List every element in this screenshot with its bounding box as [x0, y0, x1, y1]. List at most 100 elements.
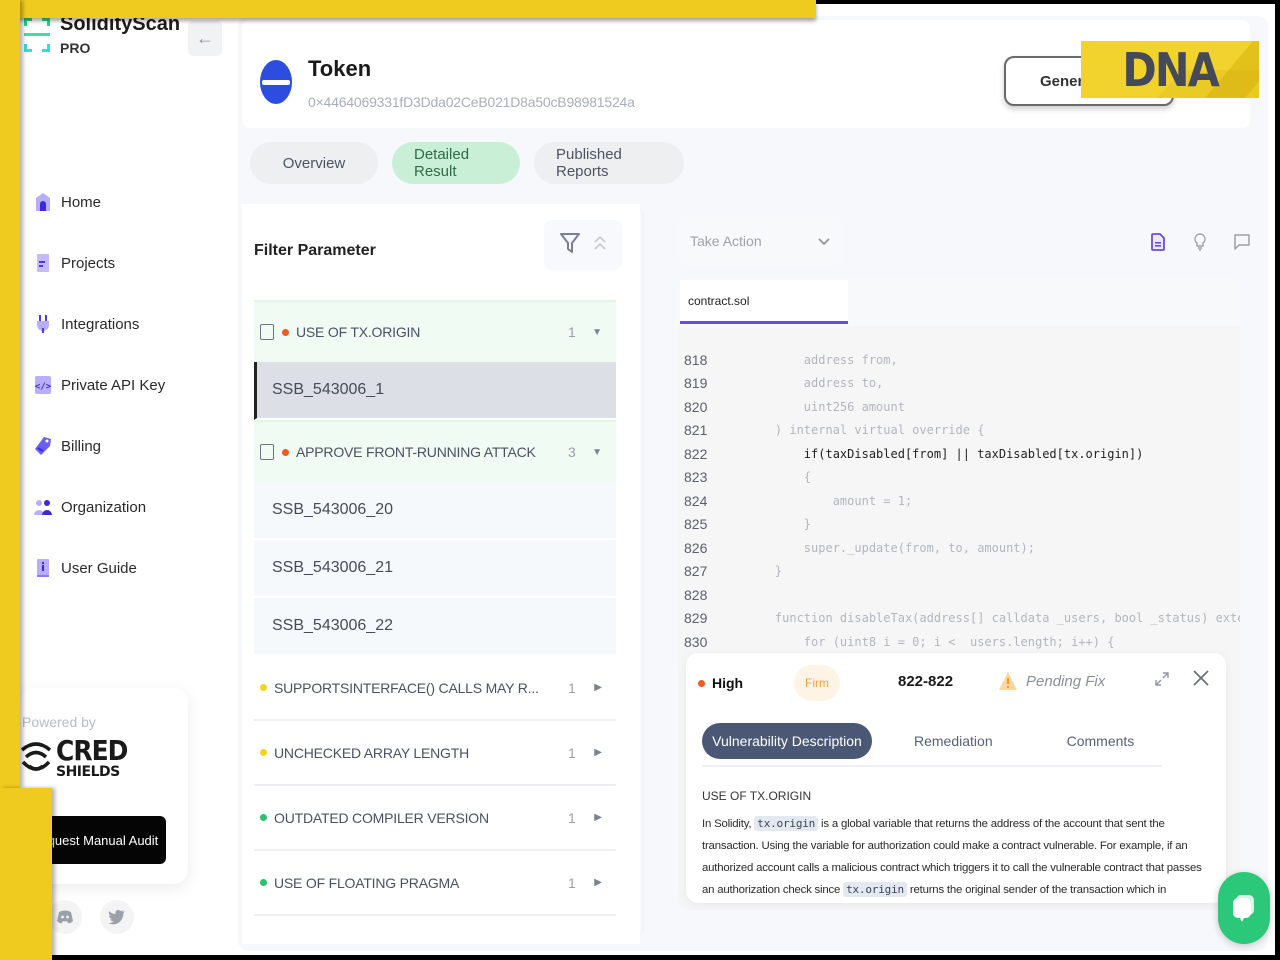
code-line: 823 {: [684, 466, 1240, 490]
line-number: 821: [684, 422, 708, 439]
sidebar-item-projects[interactable]: Projects: [34, 251, 165, 275]
caret-right-icon[interactable]: ▶: [590, 682, 602, 693]
issue-row[interactable]: UNCHECKED ARRAY LENGTH 1 ▶: [254, 721, 616, 786]
issue-group[interactable]: USE OF TX.ORIGIN 1 ▼: [254, 300, 616, 362]
scan-logo-icon: [24, 18, 50, 52]
tag-icon: [34, 436, 52, 456]
frame-edge: [0, 0, 20, 788]
file-tabbar: contract.sol: [678, 278, 1240, 326]
collapse-sidebar-button[interactable]: ←: [188, 20, 222, 56]
sidebar-item-home[interactable]: Home: [34, 190, 165, 214]
sidebar-item-organization[interactable]: Organization: [34, 495, 165, 519]
chat-support-button[interactable]: [1218, 872, 1270, 944]
expand-icon[interactable]: [1154, 671, 1170, 692]
app-logo[interactable]: SolidityScan PRO: [24, 14, 180, 56]
code-panel: Take Action contract.sol 818 address fro…: [658, 204, 1260, 944]
issue-row[interactable]: SUPPORTSINTERFACE() CALLS MAY R... 1 ▶: [254, 656, 616, 721]
issue-instance[interactable]: SSB_543006_1: [254, 362, 616, 420]
filter-panel: Filter Parameter USE OF TX.ORIGIN 1 ▼ SS…: [242, 204, 640, 944]
remediation-button[interactable]: [1182, 218, 1218, 266]
caret-right-icon[interactable]: ▶: [590, 812, 602, 823]
line-number: 826: [684, 539, 708, 556]
line-number: 820: [684, 398, 708, 415]
line-number: 827: [684, 563, 708, 580]
severity-dot: [260, 814, 267, 821]
close-icon[interactable]: [1192, 667, 1210, 693]
tab-comments[interactable]: Comments: [1067, 733, 1135, 749]
code-icon: </>: [34, 375, 52, 395]
issue-group[interactable]: APPROVE FRONT-RUNNING ATTACK 3 ▼: [254, 420, 616, 482]
description-body: In Solidity, tx.origin is a global varia…: [702, 816, 1202, 898]
code-lines: 818 address from, 819 address to, 820 uint…: [684, 348, 1240, 654]
tab-detailed-result[interactable]: Detailed Result: [392, 142, 520, 184]
description-title: USE OF TX.ORIGIN: [702, 789, 812, 803]
caret-right-icon[interactable]: ▶: [590, 747, 602, 758]
contract-address[interactable]: 0×4464069331fD3Dda02CeB021D8a50cB9898152…: [308, 94, 635, 110]
line-number: 825: [684, 516, 708, 533]
issue-checkbox[interactable]: [260, 324, 274, 340]
powered-by-label: Powered by: [22, 714, 96, 730]
line-number: 824: [684, 492, 708, 509]
severity-dot: [260, 749, 267, 756]
caret-right-icon[interactable]: ▶: [590, 877, 602, 888]
code-line: 820 uint256 amount: [684, 395, 1240, 419]
file-tab-contract[interactable]: contract.sol: [680, 280, 848, 324]
tab-vulnerability-description[interactable]: Vulnerability Description: [702, 723, 872, 759]
line-number: 818: [684, 351, 708, 368]
sidebar-nav: Home Projects Integrations </> Private A…: [34, 190, 165, 617]
caret-down-icon[interactable]: ▼: [590, 447, 602, 458]
frame-edge: [0, 0, 816, 18]
chevron-down-icon: [818, 233, 830, 249]
request-manual-audit-button[interactable]: quest Manual Audit: [40, 816, 166, 864]
sidebar-item-user-guide[interactable]: User Guide: [34, 556, 165, 580]
tab-published-reports[interactable]: Published Reports: [534, 142, 684, 184]
arrow-left-icon: ←: [196, 27, 214, 48]
line-number: 819: [684, 375, 708, 392]
home-icon: [34, 192, 52, 212]
tab-remediation[interactable]: Remediation: [914, 733, 993, 749]
document-icon: [34, 253, 52, 273]
severity-dot: [282, 448, 289, 456]
filter-tools: [544, 220, 622, 270]
inline-code: tx.origin: [843, 882, 907, 898]
issue-instance[interactable]: SSB_543006_20: [254, 482, 616, 540]
panel-divider: [642, 212, 644, 932]
document-icon: [1151, 233, 1165, 251]
caret-down-icon[interactable]: ▼: [590, 327, 602, 338]
take-action-dropdown[interactable]: Take Action: [678, 216, 842, 266]
frame-edge: [816, 0, 1280, 4]
severity-dot: [698, 679, 705, 687]
frame-edge: [0, 788, 52, 960]
discord-icon[interactable]: [48, 900, 82, 934]
code-viewer: contract.sol 818 address from, 819 addres…: [678, 278, 1240, 910]
issue-checkbox[interactable]: [260, 444, 274, 460]
file-view-button[interactable]: [1140, 218, 1176, 266]
issue-instance[interactable]: SSB_543006_21: [254, 540, 616, 598]
svg-text:</>: </>: [35, 382, 51, 392]
code-text: amount = 1;: [746, 493, 913, 508]
filter-title: Filter Parameter: [254, 242, 376, 259]
issue-instance[interactable]: SSB_543006_22: [254, 598, 616, 656]
code-line: 821 ) internal virtual override {: [684, 419, 1240, 443]
collapse-all-icon[interactable]: [594, 234, 606, 257]
line-number: 823: [684, 469, 708, 486]
sidebar-item-integrations[interactable]: Integrations: [34, 312, 165, 336]
issue-list: USE OF TX.ORIGIN 1 ▼ SSB_543006_1 APPROV…: [254, 300, 616, 916]
main-content: Token 0×4464069331fD3Dda02CeB021D8a50cB9…: [238, 16, 1268, 951]
sidebar-item-billing[interactable]: Billing: [34, 434, 165, 458]
plan-tier: PRO: [60, 40, 91, 56]
filter-icon[interactable]: [560, 232, 580, 259]
app-screen: SolidityScan PRO ← Home Projects Integra…: [20, 4, 1275, 955]
dna-watermark-logo: DNA: [1081, 41, 1259, 98]
issue-row[interactable]: USE OF FLOATING PRAGMA 1 ▶: [254, 851, 616, 916]
issue-row[interactable]: OUTDATED COMPILER VERSION 1 ▶: [254, 786, 616, 851]
tab-overview[interactable]: Overview: [250, 142, 378, 184]
status-badge[interactable]: Pending Fix: [998, 671, 1105, 691]
twitter-icon[interactable]: [100, 900, 134, 934]
social-links: [48, 900, 134, 934]
sidebar-item-private-api-key[interactable]: </> Private API Key: [34, 373, 165, 397]
people-icon: [34, 497, 52, 517]
code-text: uint256 amount: [746, 399, 905, 414]
comments-button[interactable]: [1224, 218, 1260, 266]
confidence-badge: Firm: [794, 665, 840, 701]
